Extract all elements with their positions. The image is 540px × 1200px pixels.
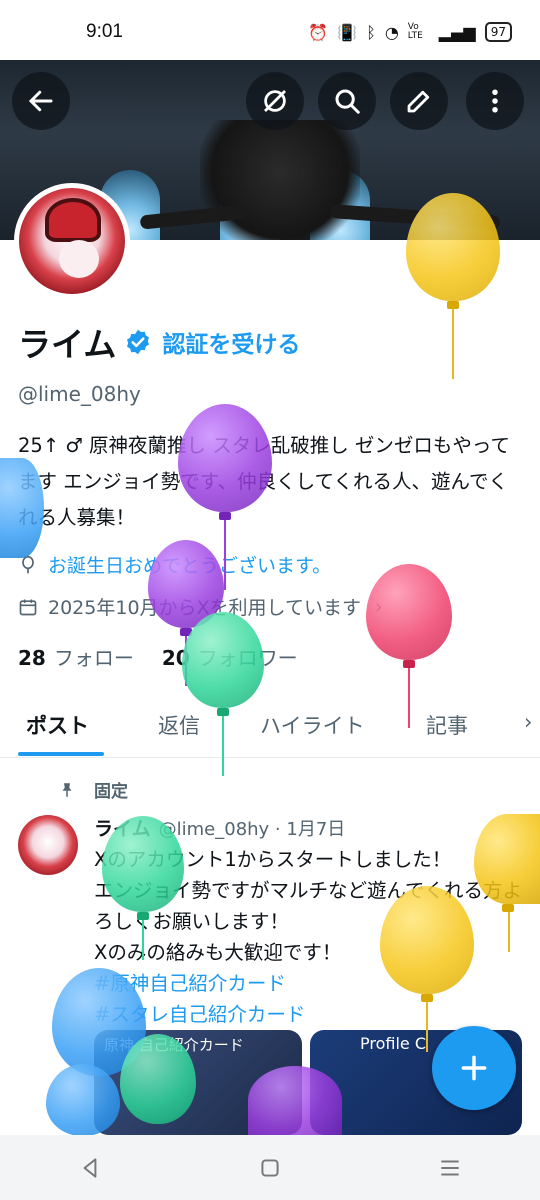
balloon-purple-2	[248, 1066, 342, 1135]
balloon-yellow	[406, 193, 500, 379]
following-link[interactable]: 28 フォロー	[18, 642, 134, 671]
balloon-blue	[0, 458, 44, 558]
nav-back-icon[interactable]	[77, 1155, 103, 1181]
grok-icon	[264, 90, 286, 112]
more-vertical-icon	[492, 89, 498, 113]
balloon-green-3	[120, 1034, 196, 1124]
profile-name-row: ライム 認証を受ける	[18, 318, 300, 366]
get-verified-link[interactable]: 認証を受ける	[162, 325, 300, 359]
nav-home-icon[interactable]	[257, 1155, 283, 1181]
edit-button[interactable]	[390, 72, 448, 130]
volte-label: Vo LTE	[407, 22, 423, 41]
battery-indicator: 97	[484, 22, 512, 42]
status-icons: ⏰ 📳 ᛒ ◔ Vo LTE ▂▄▆ 97	[308, 22, 512, 42]
status-time: 9:01	[86, 21, 123, 42]
alarm-icon: ⏰	[308, 22, 329, 42]
profile-bio: 25↑ ♂ 原神夜蘭推し スタレ乱破推し ゼンゼロもやってます エンジョイ勢です…	[18, 434, 510, 529]
pin-icon	[62, 782, 72, 797]
back-button[interactable]	[12, 72, 70, 130]
arrow-left-icon	[28, 90, 53, 112]
post-author-avatar[interactable]	[18, 815, 78, 875]
tab-highlights[interactable]: ハイライト	[260, 710, 365, 740]
nav-recents-icon[interactable]	[437, 1155, 463, 1181]
status-bar: 9:01 ⏰ 📳 ᛒ ◔ Vo LTE ▂▄▆ 97	[0, 0, 540, 64]
profile-handle: @lime_08hy	[18, 382, 141, 406]
search-icon	[335, 89, 360, 114]
compose-post-button[interactable]	[432, 1026, 516, 1110]
pencil-icon	[407, 90, 430, 113]
tabs-scroll-chevron-icon[interactable]: ›	[524, 710, 532, 734]
signal-icon: ▂▄▆	[438, 22, 476, 42]
balloon-green-2	[102, 816, 184, 960]
verified-badge-icon	[127, 329, 150, 355]
profile-tabs: ポスト 返信 ハイライト 記事 ›	[0, 696, 540, 758]
balloon-blue-3	[46, 1064, 120, 1136]
android-nav-bar	[0, 1135, 540, 1200]
search-button[interactable]	[318, 72, 376, 130]
profile-name: ライム	[18, 325, 117, 364]
vibrate-icon: 📳	[337, 22, 358, 42]
more-button[interactable]	[466, 72, 524, 130]
pinned-label-row: 固定	[58, 777, 128, 802]
balloon-yellow-2	[474, 814, 540, 952]
pinned-label: 固定	[94, 782, 128, 802]
balloon-pink	[366, 564, 452, 728]
active-tab-indicator	[18, 752, 104, 756]
balloon-yellow-3	[380, 886, 474, 1052]
post-handle-date: @lime_08hy · 1月7日	[158, 819, 346, 840]
plus-icon	[461, 1055, 487, 1081]
calendar-icon	[19, 599, 37, 615]
profile-avatar[interactable]	[14, 183, 130, 299]
grok-button[interactable]	[246, 72, 304, 130]
bluetooth-icon: ᛒ	[366, 22, 376, 42]
wifi-icon: ◔	[384, 22, 399, 42]
balloon-green	[182, 612, 264, 776]
tab-posts[interactable]: ポスト	[26, 710, 89, 740]
